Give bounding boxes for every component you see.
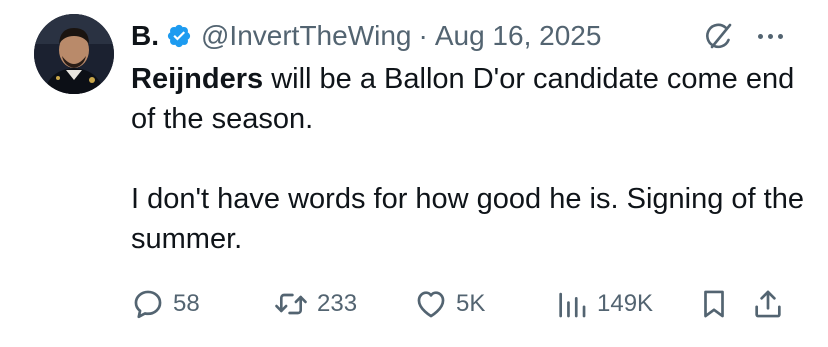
more-icon[interactable] [750,18,790,54]
author-handle[interactable]: @InvertTheWing [201,20,412,52]
author-name[interactable]: B. [131,20,159,52]
reply-count: 58 [173,290,200,317]
tweet-header: B. @InvertTheWing · Aug 16, 2025 [131,14,601,58]
avatar[interactable] [34,14,114,94]
tweet-paragraph: I don't have words for how good he is. S… [131,183,804,255]
like-count: 5K [456,290,486,317]
tweet-text: Reijnders will be a Ballon D'or candidat… [131,59,811,259]
tweet-paragraph: Reijnders will be a Ballon D'or candidat… [131,59,811,139]
repost-button[interactable]: 233 [273,284,357,324]
grok-icon[interactable] [701,18,737,54]
highlighted-name: Reijnders [131,63,264,95]
reply-button[interactable]: 58 [131,284,200,324]
share-button[interactable] [751,284,785,324]
repost-icon [273,287,309,321]
bookmark-button[interactable] [697,284,731,324]
separator-dot: · [418,20,428,51]
reply-icon [131,287,165,321]
views-icon [555,287,589,321]
tweet-date[interactable]: Aug 16, 2025 [435,20,602,52]
like-button[interactable]: 5K [414,284,485,324]
repost-count: 233 [317,290,358,317]
bookmark-icon [697,287,731,321]
views-count: 149K [597,290,654,317]
tweet: B. @InvertTheWing · Aug 16, 2025 Reijnde… [0,0,828,347]
share-icon [751,287,785,321]
verified-badge-icon [166,23,192,49]
like-icon [414,287,448,321]
views-button[interactable]: 149K [555,284,653,324]
action-bar: 58 233 5K 149K [131,284,801,324]
